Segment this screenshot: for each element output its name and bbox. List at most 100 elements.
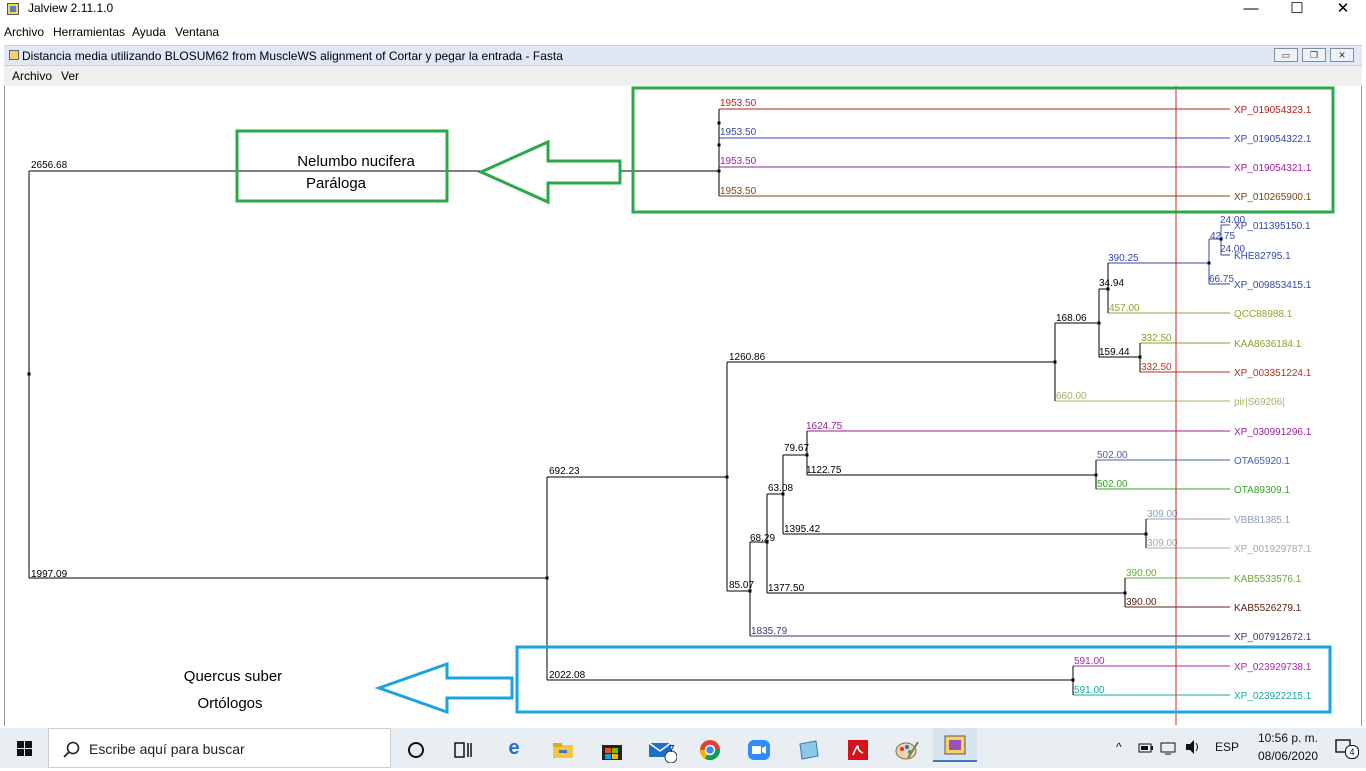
- tree-node-marker: [27, 372, 31, 376]
- tree-menu-ver[interactable]: Ver: [61, 69, 79, 83]
- branch-length-label: 1997.09: [31, 569, 68, 580]
- branch-length-label: 85.07: [729, 580, 754, 591]
- volume-icon[interactable]: [1184, 739, 1202, 755]
- tree-window-title: Distancia media utilizando BLOSUM62 from…: [22, 49, 563, 63]
- cortana-icon[interactable]: [394, 734, 438, 766]
- branch-length-label: 24.00: [1220, 244, 1245, 255]
- language-indicator[interactable]: ESP: [1215, 740, 1239, 754]
- branch-length-label: 332.50: [1141, 333, 1172, 344]
- tree-node-marker: [717, 121, 721, 125]
- tree-node-marker: [717, 169, 721, 173]
- menu-archivo[interactable]: Archivo: [4, 25, 44, 39]
- app-menubar: Archivo Herramientas Ayuda Ventana: [0, 22, 1366, 42]
- branch-length-label: 591.00: [1074, 685, 1105, 696]
- branch-length-label: 1377.50: [768, 583, 805, 594]
- branch-length-label: 309.00: [1147, 538, 1178, 549]
- branch-length-label: 591.00: [1074, 656, 1105, 667]
- leaf-label[interactable]: XP_010265900.1: [1234, 192, 1312, 203]
- search-placeholder: Escribe aquí para buscar: [89, 741, 245, 757]
- app-titlebar: Jalview 2.11.1.0 — ☐ ✕: [0, 0, 1366, 22]
- jalview-taskbar-icon[interactable]: [933, 728, 977, 762]
- tree-menu-archivo[interactable]: Archivo: [12, 69, 52, 83]
- tree-node-marker: [1053, 360, 1057, 364]
- tree-canvas[interactable]: XP_019054323.1 XP_019054322.1 XP_019054321…: [4, 86, 1362, 726]
- clock-date[interactable]: 08/06/2020: [1249, 749, 1327, 763]
- leaf-label[interactable]: XP_030991296.1: [1234, 427, 1312, 438]
- taskbar-search-box[interactable]: Escribe aquí para buscar: [48, 728, 391, 768]
- tree-window-menubar: Archivo Ver: [4, 66, 1362, 86]
- branch-length-label: 1122.75: [806, 465, 842, 476]
- leaf-label[interactable]: XP_001929787.1: [1234, 544, 1312, 555]
- menu-ayuda[interactable]: Ayuda: [132, 25, 166, 39]
- branch-length-label: 457.00: [1109, 303, 1140, 314]
- chrome-icon[interactable]: [688, 734, 732, 766]
- tree-node-marker: [545, 576, 549, 580]
- tree-node-marker: [1138, 355, 1142, 359]
- windows-start-button[interactable]: [0, 728, 48, 768]
- leaf-label[interactable]: KAA8636184.1: [1234, 339, 1302, 350]
- leaf-label[interactable]: XP_019054323.1: [1234, 105, 1312, 116]
- mail-badge: 7: [669, 744, 675, 755]
- maximize-button[interactable]: ☐: [1274, 0, 1320, 20]
- zoom-icon[interactable]: [737, 734, 781, 766]
- network-icon[interactable]: [1160, 740, 1176, 756]
- branch-length-label: 692.23: [549, 466, 580, 477]
- leaf-label[interactable]: OTA65920.1: [1234, 456, 1290, 467]
- tree-node-marker: [725, 475, 729, 479]
- leaf-label[interactable]: XP_023922215.1: [1234, 691, 1312, 702]
- menu-ventana[interactable]: Ventana: [175, 25, 219, 39]
- branch-length-label: 66.75: [1209, 274, 1234, 285]
- paint-icon[interactable]: [885, 734, 929, 766]
- acrobat-icon[interactable]: [836, 734, 880, 766]
- app-icon-generic[interactable]: [787, 734, 831, 766]
- chevron-up-icon[interactable]: ^: [1116, 740, 1122, 754]
- jalview-app-icon: [7, 3, 19, 15]
- leaf-label[interactable]: pir|S69206|: [1234, 397, 1285, 408]
- tree-window-titlebar: Distancia media utilizando BLOSUM62 from…: [4, 45, 1362, 66]
- leaf-label[interactable]: KAB5533576.1: [1234, 574, 1302, 585]
- leaf-label[interactable]: XP_019054322.1: [1234, 134, 1312, 145]
- branch-length-label: 42.75: [1210, 231, 1235, 242]
- leaf-label[interactable]: KAB5526279.1: [1234, 603, 1302, 614]
- branch-length-label: 390.25: [1108, 253, 1139, 264]
- tree-node-marker: [1123, 591, 1127, 595]
- task-view-icon[interactable]: [441, 734, 485, 766]
- branch-length-label: 34.94: [1099, 278, 1124, 289]
- battery-icon[interactable]: [1138, 742, 1154, 754]
- leaf-label[interactable]: VBB81385.1: [1234, 515, 1291, 526]
- mail-icon[interactable]: 7: [640, 734, 684, 766]
- close-button[interactable]: ✕: [1320, 0, 1366, 20]
- leaf-label[interactable]: XP_003351224.1: [1234, 368, 1312, 379]
- inner-minimize-button[interactable]: ▭: [1274, 48, 1298, 62]
- store-icon[interactable]: [590, 734, 634, 766]
- nelumbo-label-line1: Nelumbo nucifera: [297, 153, 415, 170]
- leaf-label[interactable]: XP_011395150.1: [1234, 221, 1311, 232]
- green-arrow-icon: [477, 139, 622, 205]
- clock-time[interactable]: 10:56 p. m.: [1249, 731, 1327, 745]
- branch-length-label: 2022.08: [549, 670, 586, 681]
- branch-length-label: 2656.68: [31, 160, 68, 171]
- minimize-button[interactable]: —: [1228, 0, 1274, 20]
- tree-node-marker: [1207, 261, 1211, 265]
- leaf-label[interactable]: QCC88988.1: [1234, 309, 1293, 320]
- blue-arrow-icon: [374, 661, 514, 715]
- menu-herramientas[interactable]: Herramientas: [53, 25, 125, 39]
- tree-window-icon: [9, 50, 19, 60]
- branch-length-label: 168.06: [1056, 313, 1087, 324]
- inner-restore-button[interactable]: ❐: [1302, 48, 1326, 62]
- branch-length-label: 68.29: [750, 533, 775, 544]
- leaf-label[interactable]: XP_007912672.1: [1234, 632, 1312, 643]
- edge-browser-icon[interactable]: e: [492, 734, 536, 766]
- inner-close-button[interactable]: ✕: [1330, 48, 1354, 62]
- leaf-label[interactable]: XP_019054321.1: [1234, 163, 1312, 174]
- branch-length-label: 309.00: [1147, 509, 1178, 520]
- branch-length-label: 332.50: [1141, 362, 1172, 373]
- nelumbo-label-line2: Paráloga: [306, 175, 367, 192]
- windows-taskbar: Escribe aquí para buscar e 7 ^ ESP 10:56: [0, 728, 1366, 768]
- notification-badge: 4: [1345, 745, 1359, 759]
- leaf-label[interactable]: XP_023929738.1: [1234, 662, 1312, 673]
- leaf-label[interactable]: XP_009853415.1: [1234, 280, 1312, 291]
- leaf-label[interactable]: OTA89309.1: [1234, 485, 1290, 496]
- file-explorer-icon[interactable]: [541, 734, 585, 766]
- branch-length-label: 79.67: [784, 443, 809, 454]
